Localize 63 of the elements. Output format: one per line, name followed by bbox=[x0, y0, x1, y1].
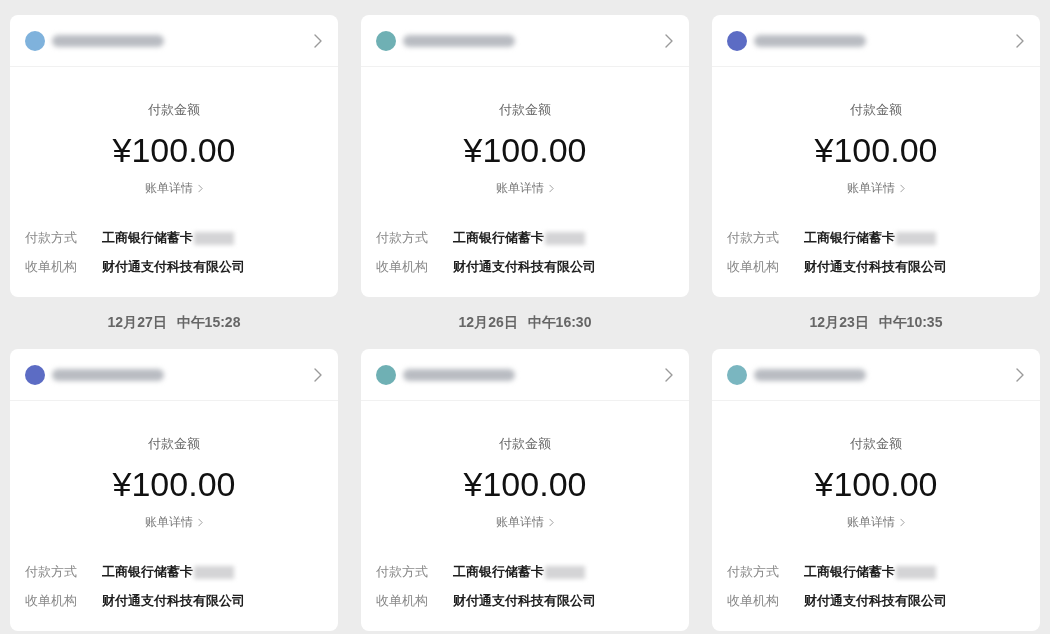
amount-label: 付款金额 bbox=[148, 435, 200, 453]
field-value: 财付通支付科技有限公司 bbox=[804, 258, 947, 276]
amount-label: 付款金额 bbox=[499, 435, 551, 453]
amount: ¥100.00 bbox=[814, 130, 938, 170]
field-value: 财付通支付科技有限公司 bbox=[804, 592, 947, 610]
logo-icon bbox=[376, 30, 396, 51]
field-value: 工商银行储蓄卡 bbox=[804, 563, 895, 581]
chevron-right-icon bbox=[314, 367, 322, 382]
field-label: 收单机构 bbox=[376, 258, 429, 276]
chevron-right-icon bbox=[198, 517, 203, 527]
amount: ¥100.00 bbox=[814, 464, 938, 504]
field-value: 工商银行储蓄卡 bbox=[102, 229, 193, 247]
chevron-right-icon bbox=[549, 517, 554, 527]
timestamp: 12月26日 中午16:30 bbox=[458, 314, 592, 332]
field-label: 收单机构 bbox=[25, 592, 78, 610]
chevron-right-icon bbox=[1016, 367, 1024, 382]
amount-label: 付款金额 bbox=[850, 101, 902, 119]
amount: ¥100.00 bbox=[112, 464, 236, 504]
amount-label: 付款金额 bbox=[148, 101, 200, 119]
bill-details-link[interactable]: 账单详情 bbox=[496, 179, 554, 197]
field-value: 工商银行储蓄卡 bbox=[102, 563, 193, 581]
field-label: 付款方式 bbox=[727, 229, 780, 247]
logo-icon bbox=[727, 30, 747, 51]
chevron-right-icon bbox=[900, 517, 905, 527]
bill-details-link[interactable]: 账单详情 bbox=[145, 179, 203, 197]
bill-details-link[interactable]: 账单详情 bbox=[145, 513, 203, 531]
chevron-right-icon bbox=[1016, 33, 1024, 48]
timestamp: 12月27日 中午15:28 bbox=[107, 314, 241, 332]
timestamp: 12月23日 中午10:35 bbox=[809, 314, 943, 332]
field-label: 付款方式 bbox=[25, 229, 78, 247]
field-value: 财付通支付科技有限公司 bbox=[453, 592, 596, 610]
field-value: 财付通支付科技有限公司 bbox=[453, 258, 596, 276]
chevron-right-icon bbox=[549, 183, 554, 193]
field-value: 财付通支付科技有限公司 bbox=[102, 592, 245, 610]
bill-details-link[interactable]: 账单详情 bbox=[847, 513, 905, 531]
chevron-right-icon bbox=[665, 367, 673, 382]
logo-icon bbox=[727, 364, 747, 385]
amount: ¥100.00 bbox=[463, 130, 587, 170]
logo-icon bbox=[376, 364, 396, 385]
field-label: 付款方式 bbox=[25, 563, 78, 581]
amount-label: 付款金额 bbox=[850, 435, 902, 453]
bill-details-link[interactable]: 账单详情 bbox=[496, 513, 554, 531]
field-label: 收单机构 bbox=[376, 592, 429, 610]
logo-icon bbox=[25, 364, 45, 385]
field-value: 工商银行储蓄卡 bbox=[453, 563, 544, 581]
chevron-right-icon bbox=[314, 33, 322, 48]
chevron-right-icon bbox=[900, 183, 905, 193]
chevron-right-icon bbox=[665, 33, 673, 48]
field-label: 付款方式 bbox=[376, 229, 429, 247]
field-label: 付款方式 bbox=[376, 563, 429, 581]
chevron-right-icon bbox=[198, 183, 203, 193]
amount: ¥100.00 bbox=[463, 464, 587, 504]
field-value: 工商银行储蓄卡 bbox=[804, 229, 895, 247]
amount: ¥100.00 bbox=[112, 130, 236, 170]
field-label: 付款方式 bbox=[727, 563, 780, 581]
field-value: 工商银行储蓄卡 bbox=[453, 229, 544, 247]
logo-icon bbox=[25, 30, 45, 51]
field-label: 收单机构 bbox=[727, 258, 780, 276]
field-label: 收单机构 bbox=[25, 258, 78, 276]
bill-details-link[interactable]: 账单详情 bbox=[847, 179, 905, 197]
field-label: 收单机构 bbox=[727, 592, 780, 610]
field-value: 财付通支付科技有限公司 bbox=[102, 258, 245, 276]
amount-label: 付款金额 bbox=[499, 101, 551, 119]
